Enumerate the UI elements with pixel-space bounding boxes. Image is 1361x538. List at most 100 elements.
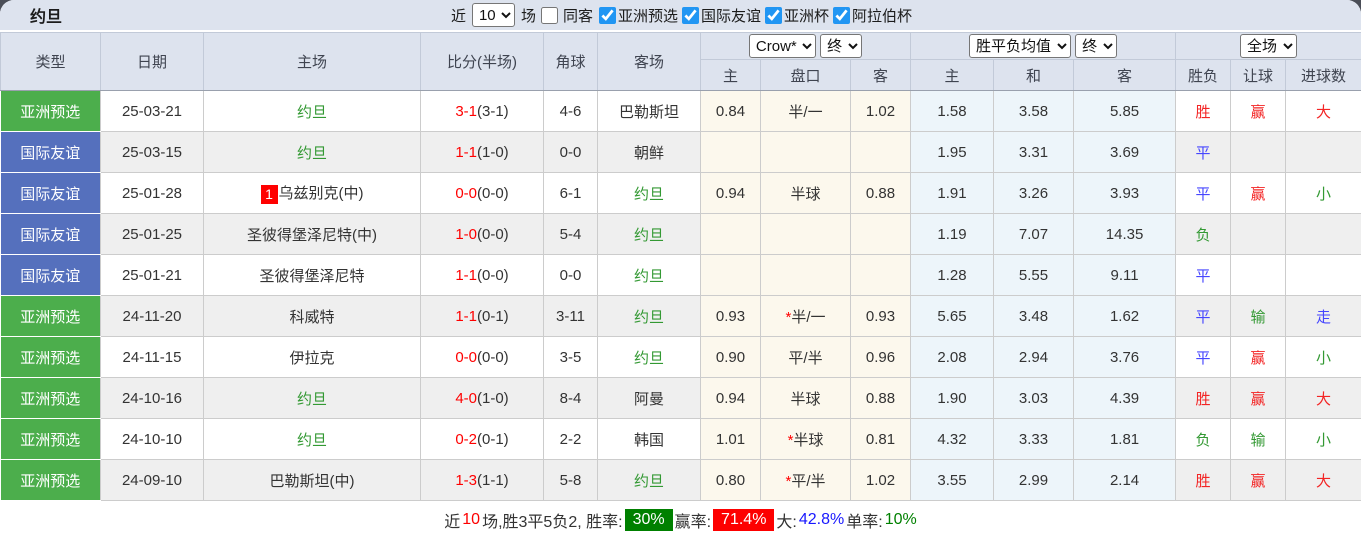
halftime-score: (1-1) (477, 471, 509, 489)
ah-line-cell: 平/半 (760, 336, 851, 378)
summary-record: 场,胜3平5负2, 胜率: (482, 513, 623, 531)
corner-count: 2-2 (543, 418, 598, 460)
euro-draw-odds: 3.33 (993, 418, 1075, 460)
handicap-result-cell: 赢 (1230, 172, 1287, 214)
ah-away-odds: 0.88 (849, 377, 912, 419)
match-stats-panel: 约旦 近 10 场 同客 亚洲预选 国际友谊 亚洲杯 阿拉伯杯 类型 日期 主场… (0, 0, 1361, 538)
goals-result-cell (1285, 254, 1361, 296)
euro-draw-odds: 3.26 (993, 172, 1075, 214)
away-team-link[interactable]: 阿曼 (634, 391, 664, 408)
col-header-ah-away: 客 (849, 59, 912, 91)
score-cell: 1-1(0-0) (420, 254, 544, 296)
match-row: 亚洲预选 24-10-16 约旦 4-0(1-0) 8-4 阿曼 0.94 半球… (0, 377, 1361, 419)
scope-select[interactable]: 全场 (1240, 34, 1298, 58)
table-header: 类型 日期 主场 比分(半场) 角球 客场 Crow* 终 胜平负均值 终 全场… (0, 32, 1361, 91)
match-row: 亚洲预选 25-03-21 约旦 3-1(3-1) 4-6 巴勒斯坦 0.84 … (0, 90, 1361, 132)
away-team-link[interactable]: 韩国 (634, 432, 664, 449)
result-cell: 胜 (1175, 459, 1232, 501)
ah-line-cell (760, 213, 851, 255)
competition-label: 国际友谊 (701, 7, 762, 25)
away-team-link[interactable]: 约旦 (634, 473, 664, 490)
away-team-link[interactable]: 约旦 (634, 350, 664, 367)
ah-line-cell (760, 131, 851, 173)
euro-home-odds: 5.65 (910, 295, 995, 337)
goals-result-cell: 大 (1285, 377, 1361, 419)
ah-away-odds (849, 131, 912, 173)
away-team-link[interactable]: 约旦 (634, 268, 664, 285)
euro-odds-dropdowns-cell: 胜平负均值 终 (910, 32, 1177, 60)
fulltime-score: 0-2 (455, 430, 477, 448)
euro-draw-odds: 3.03 (993, 377, 1075, 419)
away-team-link[interactable]: 约旦 (634, 186, 664, 203)
competition-checkbox-friendly[interactable] (682, 6, 699, 24)
handicap-result-cell: 赢 (1230, 336, 1287, 378)
home-team-link[interactable]: 约旦 (297, 432, 327, 449)
corner-count: 8-4 (543, 377, 598, 419)
home-team-link[interactable]: 巴勒斯坦(中) (270, 473, 355, 490)
competition-type-badge: 亚洲预选 (0, 90, 101, 132)
col-header-type: 类型 (0, 32, 101, 91)
recent-count-select[interactable]: 10 (471, 3, 515, 27)
away-team-cell: 约旦 (597, 295, 701, 337)
euro-home-odds: 1.58 (910, 90, 995, 132)
home-team-link[interactable]: 乌兹别克(中) (279, 185, 364, 202)
home-team-link[interactable]: 伊拉克 (289, 350, 334, 367)
ah-line-cell: 半球 (760, 377, 851, 419)
bookmaker-time-select[interactable]: 终 (820, 34, 863, 58)
ah-line: 平/半 (791, 472, 826, 490)
col-header-ah-home: 主 (700, 59, 761, 91)
summary-count: 10 (462, 510, 481, 528)
away-team-link[interactable]: 约旦 (634, 309, 664, 326)
same-away-checkbox[interactable] (540, 6, 558, 24)
away-team-cell: 巴勒斯坦 (597, 90, 701, 132)
euro-away-odds: 1.62 (1073, 295, 1177, 337)
fulltime-score: 3-1 (455, 102, 477, 120)
result-cell: 平 (1175, 295, 1232, 337)
competition-checkbox-asian-cup[interactable] (765, 6, 783, 24)
away-team-cell: 约旦 (597, 336, 701, 378)
competition-checkbox-asian-qualifiers[interactable] (598, 6, 616, 24)
home-team-link[interactable]: 科威特 (289, 309, 334, 326)
home-team-link[interactable]: 圣彼得堡泽尼特 (259, 268, 364, 285)
competition-checkbox-arab-cup[interactable] (833, 6, 851, 24)
fulltime-score: 0-0 (455, 348, 477, 366)
col-header-away: 客场 (597, 32, 701, 91)
handicap-result-cell: 赢 (1230, 377, 1287, 419)
bookmaker-select[interactable]: Crow* (748, 34, 816, 58)
col-header-score: 比分(半场) (420, 32, 544, 91)
ah-line: 半/一 (788, 103, 823, 121)
euro-home-odds: 1.28 (910, 254, 995, 296)
away-team-link[interactable]: 朝鲜 (634, 145, 664, 162)
ah-line: 平/半 (788, 349, 823, 367)
result-cell: 平 (1175, 336, 1232, 378)
col-header-corner: 角球 (543, 32, 598, 91)
euro-away-odds: 9.11 (1073, 254, 1177, 296)
euro-away-odds: 3.76 (1073, 336, 1177, 378)
odds-time-select[interactable]: 终 (1075, 34, 1118, 58)
euro-draw-odds: 3.48 (993, 295, 1075, 337)
home-team-link[interactable]: 约旦 (297, 391, 327, 408)
euro-away-odds: 5.85 (1073, 90, 1177, 132)
result-cell: 胜 (1175, 377, 1232, 419)
halftime-score: (0-1) (477, 307, 509, 325)
ah-line-cell: *半/一 (760, 295, 851, 337)
ah-away-odds: 0.96 (849, 336, 912, 378)
halftime-score: (0-0) (477, 348, 509, 366)
handicap-dropdowns-cell: Crow* 终 (699, 32, 912, 60)
away-team-link[interactable]: 巴勒斯坦 (619, 104, 679, 121)
home-team-link[interactable]: 圣彼得堡泽尼特(中) (247, 227, 377, 244)
win-rate-badge: 30% (624, 508, 673, 531)
big-rate-label: 大: (776, 513, 797, 531)
away-team-cell: 朝鲜 (597, 131, 701, 173)
home-team-link[interactable]: 约旦 (297, 145, 327, 162)
euro-home-odds: 1.91 (910, 172, 995, 214)
corner-count: 5-8 (543, 459, 598, 501)
ah-home-odds: 0.90 (700, 336, 761, 378)
odds-average-select[interactable]: 胜平负均值 (968, 34, 1071, 58)
matches-tbody: 亚洲预选 25-03-21 约旦 3-1(3-1) 4-6 巴勒斯坦 0.84 … (0, 90, 1361, 501)
home-team-link[interactable]: 约旦 (297, 104, 327, 121)
ah-home-odds: 0.93 (700, 295, 761, 337)
match-date: 24-09-10 (100, 459, 204, 501)
handicap-result-cell: 赢 (1230, 90, 1287, 132)
away-team-link[interactable]: 约旦 (634, 227, 664, 244)
